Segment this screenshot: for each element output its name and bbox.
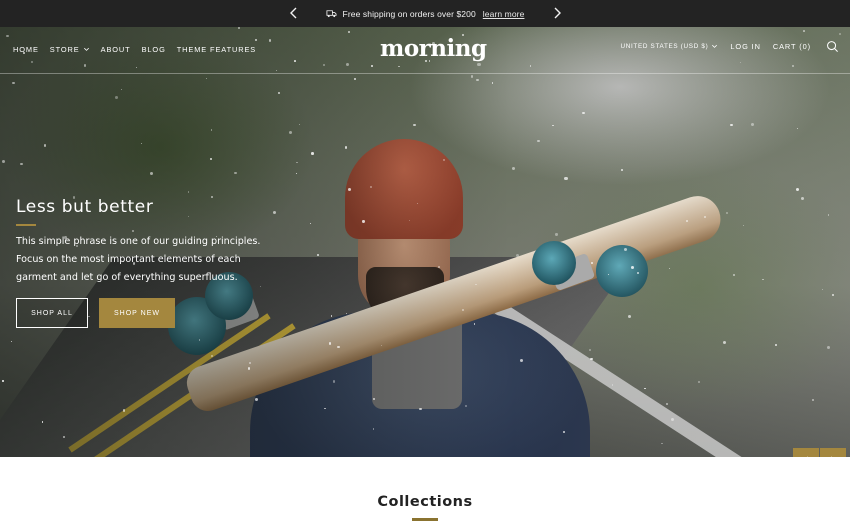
snowflake — [515, 253, 519, 257]
snowflake — [311, 152, 314, 155]
hero-title-rule — [16, 224, 36, 226]
collections-title: Collections — [377, 494, 473, 510]
nav-item-about[interactable]: ABOUT — [101, 45, 131, 54]
snowflake — [620, 168, 623, 171]
nav-item-label: BLOG — [141, 45, 166, 54]
snowflake — [564, 177, 568, 181]
snowflake — [149, 171, 153, 175]
main-nav: HOME STORE ABOUT BLOG THEME FEATURES — [13, 45, 256, 54]
snowflake — [114, 96, 118, 100]
snowflake — [732, 273, 735, 276]
snowflake — [210, 195, 213, 198]
announcement-prev-button[interactable] — [287, 6, 301, 20]
snowflake — [666, 403, 668, 405]
chevron-down-icon — [712, 44, 718, 48]
nav-item-label: STORE — [49, 45, 80, 54]
shop-new-button[interactable]: SHOP NEW — [99, 298, 175, 328]
learn-more-link[interactable]: learn more — [483, 9, 525, 19]
snowflake — [473, 323, 475, 325]
truck-icon — [326, 10, 337, 18]
search-icon[interactable] — [826, 40, 839, 53]
country-selector[interactable]: UNITED STATES (USD $) — [620, 43, 718, 50]
snowflake — [120, 88, 123, 90]
login-link[interactable]: LOG IN — [730, 42, 760, 51]
chevron-down-icon — [83, 47, 89, 51]
snowflake — [686, 220, 688, 222]
nav-item-store[interactable]: STORE — [50, 45, 90, 54]
nav-item-label: THEME FEATURES — [176, 45, 257, 54]
slide-prev-button[interactable] — [793, 448, 819, 457]
snowflake — [643, 387, 646, 390]
snowflake — [234, 171, 237, 175]
announcement-message: Free shipping on orders over $200 learn … — [326, 8, 525, 19]
snowflake — [20, 162, 23, 166]
hero-banner: Less but better This simple phrase is on… — [0, 27, 850, 457]
snowflake — [140, 142, 142, 145]
snowflake — [774, 343, 777, 346]
nav-item-blog[interactable]: BLOG — [142, 45, 166, 54]
chevron-left-icon — [290, 7, 297, 19]
snowflake — [2, 380, 4, 382]
snowflake — [668, 267, 671, 270]
announcement-next-button[interactable] — [550, 6, 564, 20]
nav-item-theme-features[interactable]: THEME FEATURES — [177, 45, 256, 54]
hero-description: This simple phrase is one of our guiding… — [16, 236, 261, 283]
nav-item-label: ABOUT — [100, 45, 131, 54]
nav-item-home[interactable]: HOME — [13, 45, 39, 54]
collections-title-rule — [412, 518, 438, 521]
snowflake — [295, 172, 297, 174]
snowflake — [43, 144, 46, 147]
snowflake — [337, 345, 340, 349]
snowflake — [372, 397, 376, 400]
hero-title: Less but better — [16, 197, 154, 217]
chevron-right-icon — [554, 7, 561, 19]
snowflake — [730, 123, 734, 127]
chevron-left-icon — [807, 456, 808, 457]
snowflake — [330, 315, 333, 317]
cart-link[interactable]: CART (0) — [773, 42, 811, 51]
snowflake — [298, 123, 300, 125]
snowflake — [591, 261, 593, 264]
snowflake — [536, 139, 540, 143]
snowflake — [277, 91, 280, 94]
snowflake — [1, 159, 5, 163]
snowflake — [10, 340, 13, 342]
slide-next-button[interactable] — [820, 448, 846, 457]
site-logo[interactable]: morning — [380, 33, 487, 65]
snowflake — [821, 288, 823, 290]
chevron-right-icon — [831, 456, 832, 457]
snowflake — [555, 233, 558, 236]
snowflake — [438, 266, 440, 268]
snowflake — [588, 348, 591, 351]
country-label: UNITED STATES (USD $) — [620, 43, 709, 50]
announcement-text: Free shipping on orders over $200 — [342, 8, 476, 19]
snowflake — [475, 283, 477, 286]
snowflake — [831, 293, 834, 297]
snowflake — [419, 407, 422, 411]
nav-item-label: HOME — [13, 45, 39, 54]
snowflake — [362, 220, 365, 223]
header-actions: UNITED STATES (USD $) LOG IN CART (0) — [620, 40, 839, 53]
snowflake — [590, 357, 593, 360]
shop-all-button[interactable]: SHOP ALL — [16, 298, 88, 328]
snowflake — [209, 157, 212, 160]
snowflake — [801, 196, 805, 200]
announcement-bar: Free shipping on orders over $200 learn … — [0, 0, 850, 27]
snowflake — [722, 340, 726, 345]
snowflake — [443, 159, 445, 161]
snowflake — [131, 229, 134, 232]
site-header: HOME STORE ABOUT BLOG THEME FEATURES mor… — [0, 27, 850, 74]
snowflake — [471, 75, 474, 78]
snowflake — [316, 253, 319, 256]
